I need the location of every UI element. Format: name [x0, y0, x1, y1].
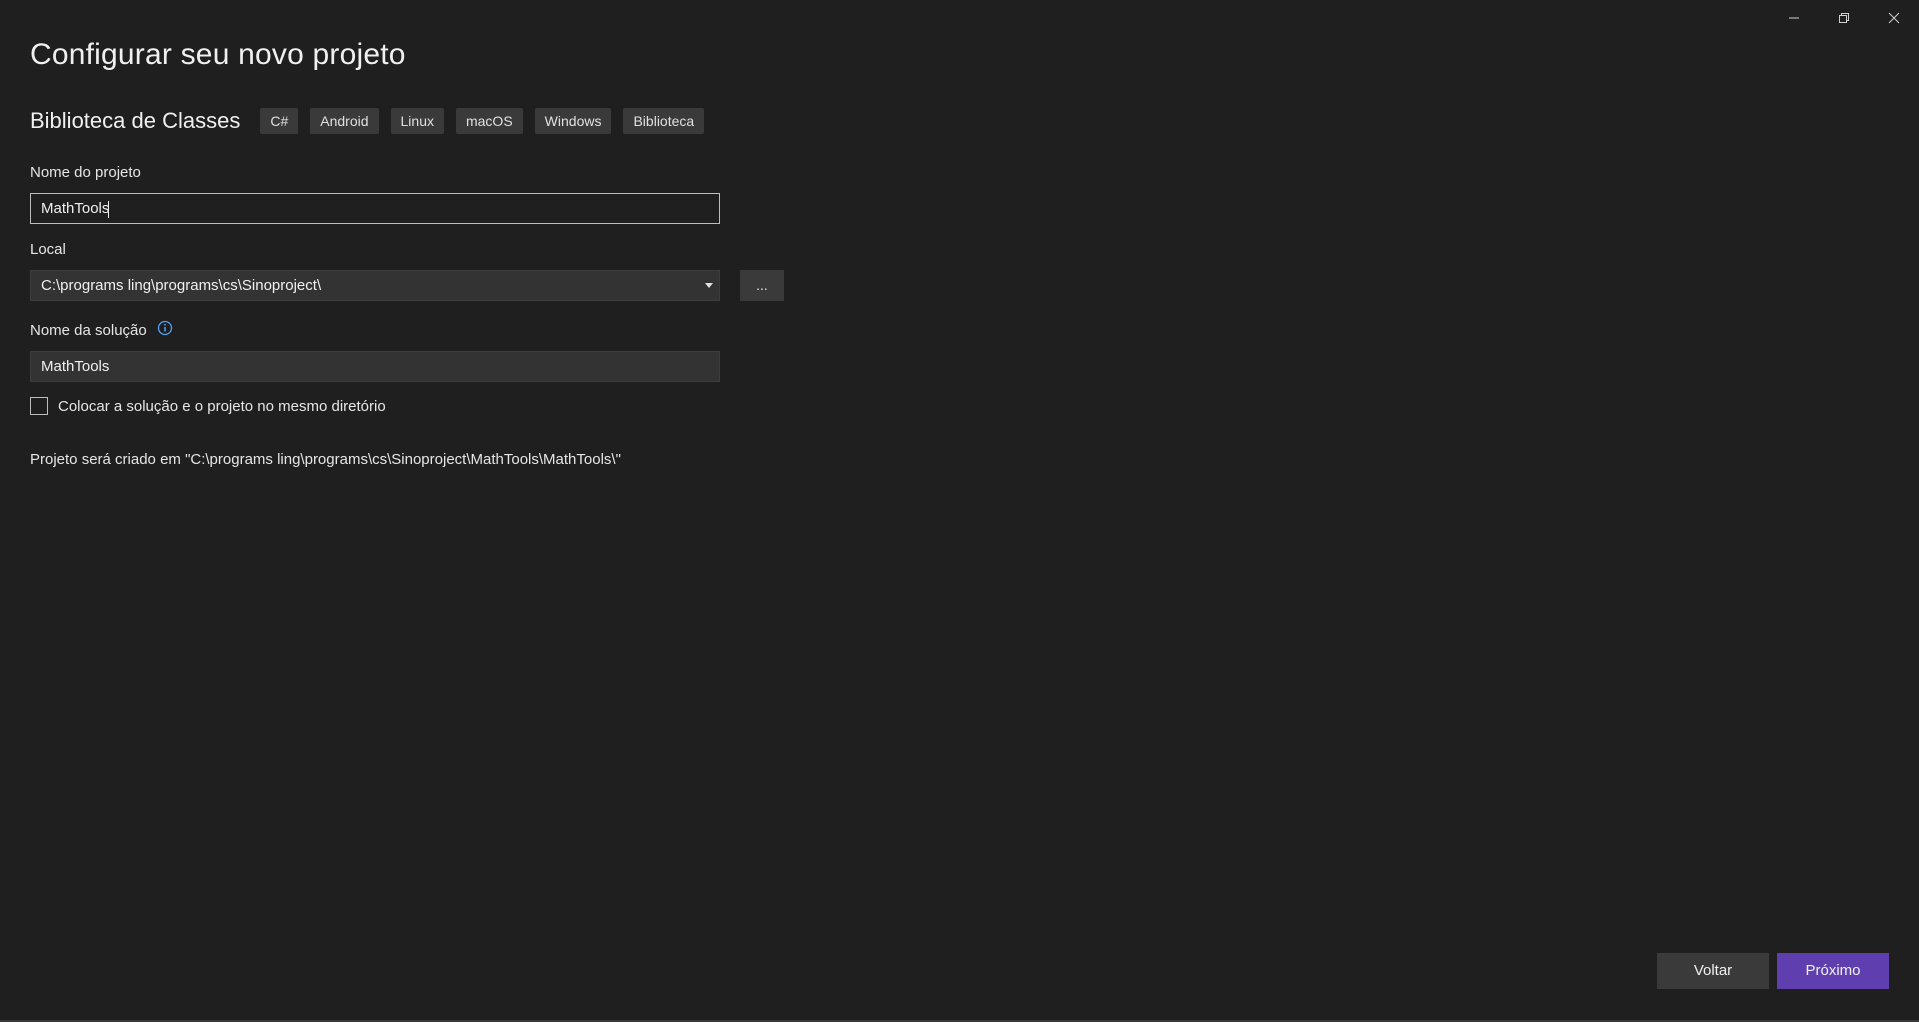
close-button[interactable]	[1869, 0, 1919, 36]
location-label: Local	[30, 241, 66, 258]
template-info: Biblioteca de Classes C# Android Linux m…	[30, 108, 716, 134]
configure-project-window: Configurar seu novo projeto Biblioteca d…	[0, 0, 1919, 1022]
minimize-button[interactable]	[1769, 0, 1819, 36]
chevron-down-icon	[705, 283, 713, 288]
minimize-icon	[1789, 17, 1799, 19]
location-select[interactable]: C:\programs ling\programs\cs\Sinoproject…	[30, 270, 720, 301]
text-caret	[108, 200, 110, 218]
solution-name-label-row: Nome da solução	[30, 320, 173, 340]
solution-name-input[interactable]: MathTools	[30, 351, 720, 382]
template-tag: Android	[310, 108, 379, 134]
window-controls	[1769, 0, 1919, 36]
template-tag: Linux	[390, 108, 444, 134]
template-tag: Windows	[534, 108, 612, 134]
solution-name-value: MathTools	[41, 358, 110, 375]
restore-button[interactable]	[1819, 0, 1869, 36]
browse-button[interactable]: ...	[740, 270, 784, 301]
next-button[interactable]: Próximo	[1777, 953, 1889, 989]
template-tag: Biblioteca	[623, 108, 705, 134]
project-path-info: Projeto será criado em "C:\programs ling…	[30, 451, 621, 468]
page-title: Configurar seu novo projeto	[30, 38, 406, 71]
same-directory-checkbox[interactable]	[30, 397, 48, 415]
same-directory-label: Colocar a solução e o projeto no mesmo d…	[58, 397, 386, 415]
template-tag: C#	[260, 108, 299, 134]
project-name-label: Nome do projeto	[30, 164, 141, 181]
project-name-input[interactable]: MathTools	[30, 193, 720, 224]
info-icon[interactable]	[157, 320, 173, 340]
close-icon	[1888, 12, 1900, 24]
project-name-value: MathTools	[41, 200, 110, 217]
location-value: C:\programs ling\programs\cs\Sinoproject…	[41, 277, 322, 294]
restore-icon	[1839, 13, 1849, 23]
template-name: Biblioteca de Classes	[30, 108, 241, 133]
solution-name-label: Nome da solução	[30, 322, 147, 339]
back-button[interactable]: Voltar	[1657, 953, 1769, 989]
template-tag: macOS	[455, 108, 523, 134]
same-directory-option[interactable]: Colocar a solução e o projeto no mesmo d…	[30, 397, 386, 415]
